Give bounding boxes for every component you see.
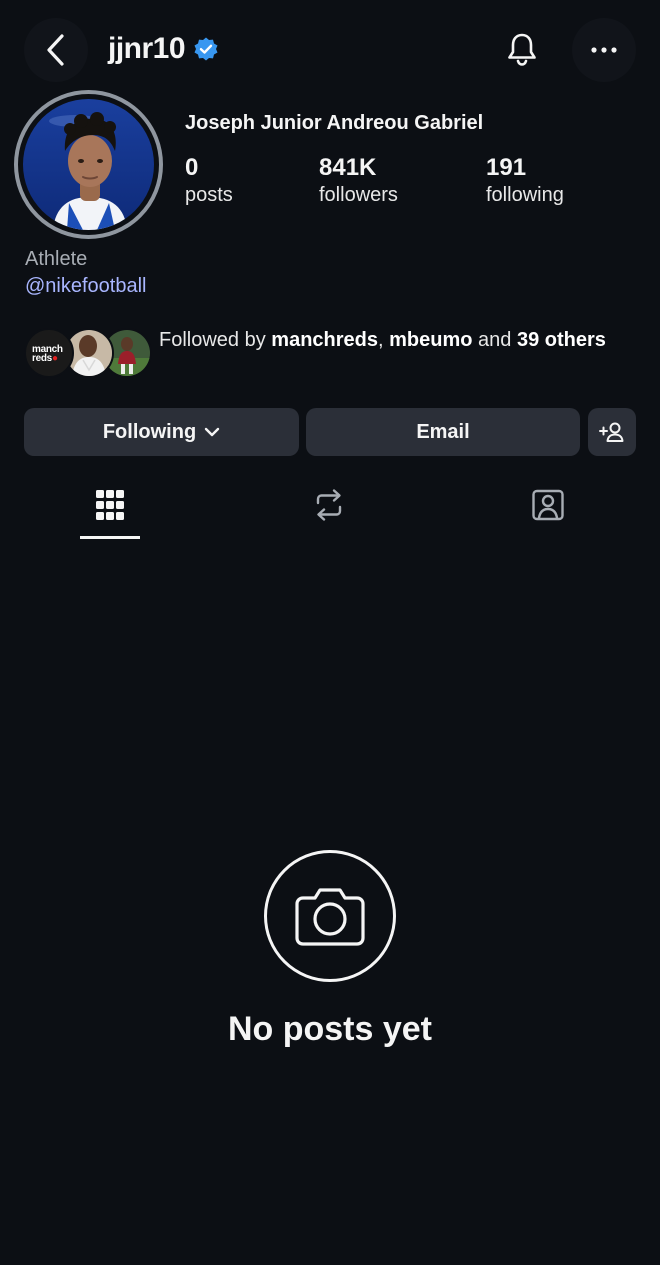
empty-state-camera (264, 850, 396, 982)
email-button[interactable]: Email (306, 408, 580, 456)
following-stat[interactable]: 191 following (486, 154, 564, 207)
bell-icon (508, 33, 536, 66)
chevron-down-icon (204, 427, 220, 437)
followers-label[interactable]: followers (319, 184, 398, 207)
followed-by-user2[interactable]: mbeumo (389, 329, 472, 351)
following-button-label: Following (102, 420, 197, 443)
followed-by-and: and (472, 329, 517, 351)
followed-by-text[interactable]: Followed by manchreds, mbeumo and 39 oth… (159, 327, 619, 354)
profile-avatar-ring[interactable] (14, 90, 163, 239)
following-label[interactable]: following (486, 184, 564, 207)
tab-posts-grid[interactable] (80, 480, 140, 538)
camera-icon (295, 888, 365, 946)
top-bar: jjnr10 (0, 14, 660, 86)
tab-tagged[interactable] (518, 480, 578, 538)
posts-stat: 0 posts (185, 154, 233, 207)
suggest-users-button[interactable] (588, 408, 636, 456)
followers-stat[interactable]: 841K followers (319, 154, 398, 207)
repost-icon (316, 489, 342, 521)
following-count[interactable]: 191 (486, 154, 564, 182)
add-user-icon (599, 422, 624, 442)
notifications-button[interactable] (490, 18, 554, 82)
posts-label: posts (185, 184, 233, 206)
profile-tabs (0, 480, 660, 540)
posts-count: 0 (185, 154, 199, 181)
chevron-left-icon (47, 34, 64, 66)
empty-state-title: No posts yet (227, 1010, 433, 1048)
email-button-label: Email (416, 420, 470, 443)
tagged-user-icon (532, 489, 564, 521)
profile-category: Athlete (25, 248, 88, 270)
more-options-button[interactable] (572, 18, 636, 82)
back-button[interactable] (24, 18, 88, 82)
followed-by-sep: , (378, 329, 390, 351)
followers-count[interactable]: 841K (319, 154, 398, 182)
follower-avatar-manchreds[interactable]: manch reds● (24, 328, 74, 378)
grid-icon (96, 490, 124, 520)
tab-reposts[interactable] (299, 480, 359, 538)
followed-by-prefix: Followed by (159, 329, 272, 351)
profile-username: jjnr10 (108, 32, 186, 65)
followed-by-user1[interactable]: manchreds (271, 329, 378, 351)
manchreds-logo-line2: reds (32, 353, 52, 364)
followed-by-others[interactable]: 39 others (517, 329, 606, 351)
verified-badge-icon (193, 36, 219, 62)
avatar[interactable] (23, 99, 154, 230)
following-button[interactable]: Following (24, 408, 299, 456)
profile-link[interactable]: @nikefootball (25, 275, 146, 298)
profile-username-wrap: jjnr10 (108, 32, 219, 66)
more-horizontal-icon (591, 47, 617, 53)
active-tab-indicator (80, 536, 140, 539)
profile-full-name: Joseph Junior Andreou Gabriel (185, 112, 484, 134)
